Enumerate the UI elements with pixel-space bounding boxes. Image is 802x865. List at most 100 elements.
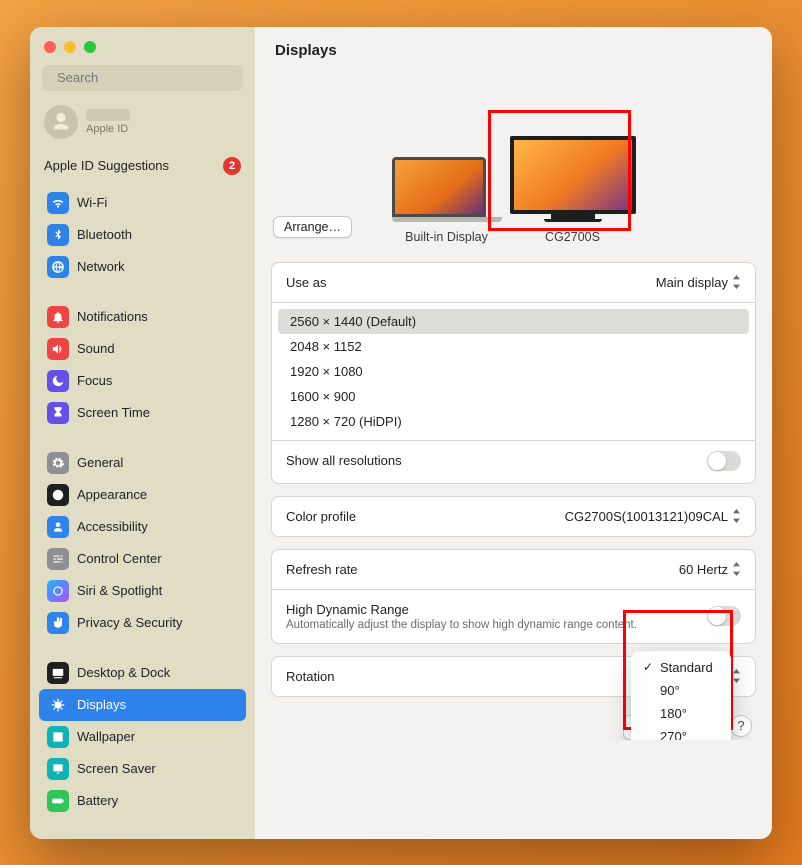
- updown-icon: [732, 562, 741, 576]
- refresh-hdr-panel: Refresh rate 60 Hertz High Dynamic Range…: [271, 549, 756, 644]
- sidebar-item-label: Notifications: [77, 309, 148, 324]
- check-icon: ✓: [642, 660, 654, 674]
- resolution-option[interactable]: 1280 × 720 (HiDPI): [278, 409, 749, 434]
- builtin-display-label: Built-in Display: [405, 230, 488, 244]
- help-button[interactable]: ?: [730, 715, 752, 737]
- sidebar-item-label: General: [77, 455, 123, 470]
- screensaver-icon: [47, 758, 69, 780]
- sidebar-item-wallpaper[interactable]: Wallpaper: [39, 721, 246, 753]
- sidebar-item-label: Desktop & Dock: [77, 665, 170, 680]
- sidebar-item-screen-saver[interactable]: Screen Saver: [39, 753, 246, 785]
- color-profile-panel: Color profile CG2700S(10013121)09CAL: [271, 496, 756, 537]
- resolution-option[interactable]: 1920 × 1080: [278, 359, 749, 384]
- bt-icon: [47, 224, 69, 246]
- search-icon: [50, 71, 51, 84]
- sidebar-item-label: Screen Time: [77, 405, 150, 420]
- arrange-button[interactable]: Arrange…: [273, 216, 352, 238]
- resolution-option[interactable]: 2048 × 1152: [278, 334, 749, 359]
- sidebar-item-label: Displays: [77, 697, 126, 712]
- sidebar-item-label: Appearance: [77, 487, 147, 502]
- suggestions-label: Apple ID Suggestions: [44, 158, 169, 173]
- builtin-display-thumb[interactable]: Built-in Display: [392, 157, 502, 244]
- sidebar-item-focus[interactable]: Focus: [39, 365, 246, 397]
- rotation-option[interactable]: 270°: [636, 725, 726, 740]
- rotation-option[interactable]: 180°: [636, 702, 726, 725]
- external-display-label: CG2700S: [545, 230, 600, 244]
- use-as-panel: Use as Main display 2560 × 1440 (Default…: [271, 262, 756, 484]
- sidebar-item-label: Focus: [77, 373, 112, 388]
- show-all-resolutions-label: Show all resolutions: [286, 453, 402, 468]
- suggestions-badge: 2: [223, 157, 241, 175]
- sidebar-item-accessibility[interactable]: Accessibility: [39, 511, 246, 543]
- sidebar-item-notifications[interactable]: Notifications: [39, 301, 246, 333]
- rotation-option[interactable]: ✓Standard: [636, 656, 726, 679]
- resolution-option[interactable]: 2560 × 1440 (Default): [278, 309, 749, 334]
- hdr-subtitle: Automatically adjust the display to show…: [286, 619, 637, 631]
- sound-icon: [47, 338, 69, 360]
- moon-icon: [47, 370, 69, 392]
- account-name-redacted: [86, 109, 130, 121]
- sidebar-item-label: Battery: [77, 793, 118, 808]
- sidebar-item-bluetooth[interactable]: Bluetooth: [39, 219, 246, 251]
- sidebar-item-label: Siri & Spotlight: [77, 583, 162, 598]
- sun-icon: [47, 694, 69, 716]
- sidebar-item-label: Sound: [77, 341, 115, 356]
- sidebar-item-appearance[interactable]: Appearance: [39, 479, 246, 511]
- battery-icon: [47, 790, 69, 812]
- refresh-rate-popup[interactable]: 60 Hertz: [679, 562, 741, 577]
- system-settings-window: Apple ID Apple ID Suggestions 2 Wi-FiBlu…: [30, 27, 772, 839]
- hand-icon: [47, 612, 69, 634]
- sidebar: Apple ID Apple ID Suggestions 2 Wi-FiBlu…: [30, 27, 255, 839]
- sidebar-item-screen-time[interactable]: Screen Time: [39, 397, 246, 429]
- sidebar-item-general[interactable]: General: [39, 447, 246, 479]
- color-profile-label: Color profile: [286, 509, 356, 524]
- search-field[interactable]: [42, 65, 243, 91]
- apple-id-suggestions-row[interactable]: Apple ID Suggestions 2: [30, 151, 255, 185]
- gear-icon: [47, 452, 69, 474]
- sidebar-item-label: Accessibility: [77, 519, 148, 534]
- use-as-popup[interactable]: Main display: [656, 275, 741, 290]
- sidebar-item-sound[interactable]: Sound: [39, 333, 246, 365]
- resolution-option[interactable]: 1600 × 900: [278, 384, 749, 409]
- sidebar-item-siri-spotlight[interactable]: Siri & Spotlight: [39, 575, 246, 607]
- dock-icon: [47, 662, 69, 684]
- updown-icon: [732, 275, 741, 289]
- sidebar-item-label: Wallpaper: [77, 729, 135, 744]
- account-row[interactable]: Apple ID: [30, 101, 255, 151]
- sidebar-item-displays[interactable]: Displays: [39, 689, 246, 721]
- hdr-label: High Dynamic Range: [286, 602, 637, 617]
- window-controls: [30, 27, 255, 61]
- color-profile-popup[interactable]: CG2700S(10013121)09CAL: [565, 509, 741, 524]
- rotation-option[interactable]: 90°: [636, 679, 726, 702]
- appearance-icon: [47, 484, 69, 506]
- hdr-toggle[interactable]: [707, 606, 741, 626]
- show-all-resolutions-toggle[interactable]: [707, 451, 741, 471]
- search-input[interactable]: [55, 69, 235, 86]
- page-title: Displays: [255, 27, 772, 59]
- sidebar-item-label: Privacy & Security: [77, 615, 182, 630]
- rotation-dropdown: ✓Standard90°180°270°: [631, 651, 731, 740]
- rotation-label: Rotation: [286, 669, 334, 684]
- globe-icon: [47, 256, 69, 278]
- refresh-rate-label: Refresh rate: [286, 562, 358, 577]
- hourglass-icon: [47, 402, 69, 424]
- sidebar-item-label: Screen Saver: [77, 761, 156, 776]
- display-arrangement-area: Built-in Display CG2700S Arrange…: [255, 59, 772, 254]
- content-pane: Displays Built-in Display CG2700S Arrang…: [255, 27, 772, 839]
- sidebar-item-wi-fi[interactable]: Wi-Fi: [39, 187, 246, 219]
- sidebar-item-control-center[interactable]: Control Center: [39, 543, 246, 575]
- sidebar-item-privacy-security[interactable]: Privacy & Security: [39, 607, 246, 639]
- sidebar-item-network[interactable]: Network: [39, 251, 246, 283]
- close-button[interactable]: [44, 41, 56, 53]
- person-icon: [47, 516, 69, 538]
- sidebar-item-battery[interactable]: Battery: [39, 785, 246, 817]
- sidebar-item-desktop-dock[interactable]: Desktop & Dock: [39, 657, 246, 689]
- maximize-button[interactable]: [84, 41, 96, 53]
- sidebar-item-label: Network: [77, 259, 125, 274]
- minimize-button[interactable]: [64, 41, 76, 53]
- external-display-thumb[interactable]: CG2700S: [510, 136, 636, 244]
- account-subtitle: Apple ID: [86, 123, 130, 135]
- resolution-list: 2560 × 1440 (Default)2048 × 11521920 × 1…: [272, 303, 755, 440]
- sliders-icon: [47, 548, 69, 570]
- avatar: [44, 105, 78, 139]
